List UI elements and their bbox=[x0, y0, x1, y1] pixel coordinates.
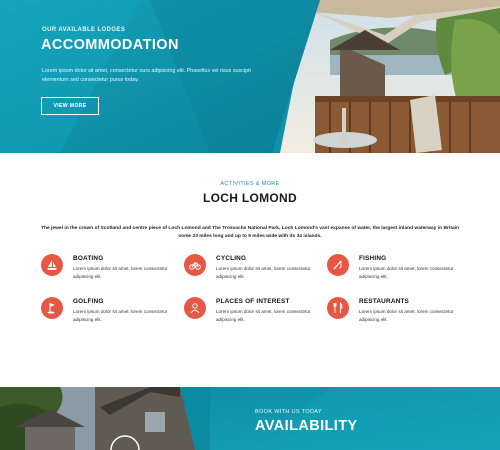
feature-text: Lorem ipsum dolor sit amet, lorem consec… bbox=[359, 309, 454, 322]
feature-text: Lorem ipsum dolor sit amet, lorem consec… bbox=[73, 266, 168, 279]
feature-title: RESTAURANTS bbox=[359, 298, 410, 305]
person-icon[interactable] bbox=[184, 297, 206, 319]
hero-description: Lorem ipsum dolor sit amet, consectetur … bbox=[42, 68, 251, 83]
availability-title: AVAILABILITY bbox=[255, 418, 358, 434]
feature-text: Lorem ipsum dolor sit amet, lorem consec… bbox=[216, 266, 311, 279]
sailboat-icon[interactable] bbox=[41, 254, 63, 276]
feature-text: Lorem ipsum dolor sit amet, lorem consec… bbox=[73, 309, 168, 322]
feature-title: FISHING bbox=[359, 255, 387, 262]
activities-intro: The jewel in the crown of Scotland and c… bbox=[40, 226, 460, 239]
cutlery-icon[interactable] bbox=[327, 297, 349, 319]
feature-cycling: CYCLING Lorem ipsum dolor sit amet, lore… bbox=[184, 254, 324, 294]
feature-restaurants: RESTAURANTS Lorem ipsum dolor sit amet, … bbox=[327, 297, 467, 337]
activities-eyebrow: ACTIVITIES & MORE bbox=[220, 181, 280, 187]
feature-places-of-interest: PLACES OF INTEREST Lorem ipsum dolor sit… bbox=[184, 297, 324, 337]
fishing-icon[interactable] bbox=[327, 254, 349, 276]
feature-title: CYCLING bbox=[216, 255, 247, 262]
feature-text: Lorem ipsum dolor sit amet, lorem consec… bbox=[359, 266, 454, 279]
lodge-cabin-photo bbox=[0, 387, 210, 450]
activities-title: LOCH LOMOND bbox=[203, 191, 297, 205]
golf-icon[interactable] bbox=[41, 297, 63, 319]
feature-golfing: GOLFING Lorem ipsum dolor sit amet, lore… bbox=[41, 297, 181, 337]
hero-title: ACCOMMODATION bbox=[41, 37, 179, 53]
feature-title: PLACES OF INTEREST bbox=[216, 298, 290, 305]
view-more-button[interactable]: VIEW MORE bbox=[41, 97, 99, 115]
feature-title: BOATING bbox=[73, 255, 104, 262]
availability-eyebrow: BOOK WITH US TODAY bbox=[255, 409, 322, 415]
feature-text: Lorem ipsum dolor sit amet, lorem consec… bbox=[216, 309, 311, 322]
accommodation-hero: OUR AVAILABLE LODGES ACCOMMODATION Lorem… bbox=[0, 0, 500, 153]
feature-fishing: FISHING Lorem ipsum dolor sit amet, lore… bbox=[327, 254, 467, 294]
availability-banner: BOOK WITH US TODAY AVAILABILITY bbox=[0, 387, 500, 450]
feature-title: GOLFING bbox=[73, 298, 104, 305]
feature-boating: BOATING Lorem ipsum dolor sit amet, lore… bbox=[41, 254, 181, 294]
hero-eyebrow: OUR AVAILABLE LODGES bbox=[42, 27, 126, 33]
bicycle-icon[interactable] bbox=[184, 254, 206, 276]
